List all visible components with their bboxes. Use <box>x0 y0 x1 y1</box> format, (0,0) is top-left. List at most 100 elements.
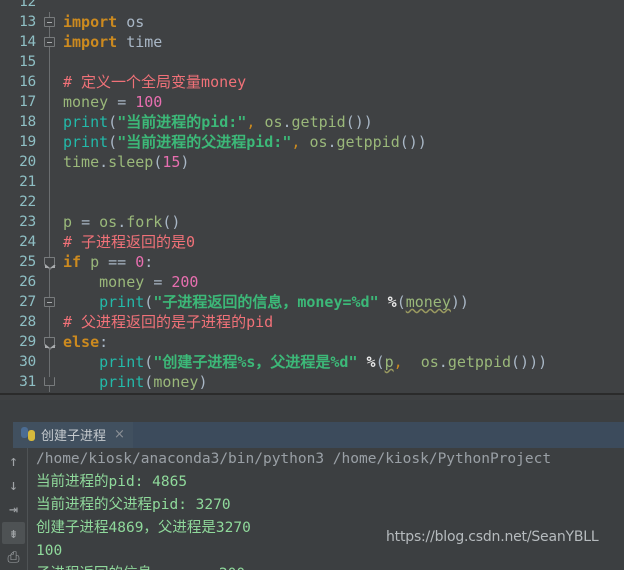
code-line-text: else: <box>61 332 624 352</box>
code-line[interactable]: 30 print("创建子进程%s，父进程是%d" %(p, os.getppi… <box>0 352 624 372</box>
fold-gutter[interactable] <box>39 292 61 312</box>
code-token: os <box>117 13 145 31</box>
code-token: % <box>387 293 397 311</box>
fold-gutter[interactable] <box>39 132 61 152</box>
code-line-text: # 子进程返回的是0 <box>61 232 624 252</box>
fold-gutter[interactable] <box>39 52 61 72</box>
code-token: p <box>63 213 82 231</box>
fold-gutter[interactable] <box>39 332 61 352</box>
fold-guide-line <box>49 312 50 332</box>
fold-gutter[interactable] <box>39 152 61 172</box>
fold-guide-line <box>49 52 50 72</box>
code-line[interactable]: 19 print("当前进程的父进程pid:", os.getppid()) <box>0 132 624 152</box>
console-output[interactable]: /home/kiosk/anaconda3/bin/python3 /home/… <box>27 448 624 570</box>
fold-guide-line <box>49 352 50 372</box>
code-line[interactable]: 21 <box>0 172 624 192</box>
code-line[interactable]: 23 p = os.fork() <box>0 212 624 232</box>
code-token: ())) <box>511 353 548 371</box>
fold-gutter[interactable] <box>39 312 61 332</box>
print-button[interactable]: ⎙ <box>2 546 25 568</box>
code-token: , <box>246 113 265 131</box>
code-token: ()) <box>399 133 427 151</box>
scroll-up-icon: ↑ <box>8 451 19 470</box>
code-token: ()) <box>345 113 373 131</box>
code-token: print <box>99 373 145 391</box>
code-token: . <box>282 113 292 131</box>
fold-gutter[interactable] <box>39 272 61 292</box>
code-token: os <box>99 213 118 231</box>
fold-toggle-icon[interactable] <box>44 297 55 307</box>
fold-gutter[interactable] <box>39 32 61 52</box>
scroll-up-button[interactable]: ↑ <box>2 450 25 472</box>
code-line[interactable]: 26 money = 200 <box>0 272 624 292</box>
soft-wrap-button[interactable]: ⇥ <box>2 498 25 520</box>
code-token: # 定义一个全局变量money <box>63 73 247 91</box>
fold-gutter[interactable] <box>39 0 61 12</box>
code-token: . <box>117 213 127 231</box>
fold-gutter[interactable] <box>39 172 61 192</box>
code-token: "子进程返回的信息，money=%d" <box>153 293 379 311</box>
code-line[interactable]: 17 money = 100 <box>0 92 624 112</box>
code-line-text: print("当前进程的父进程pid:", os.getppid()) <box>61 132 624 152</box>
fold-gutter[interactable] <box>39 372 61 392</box>
line-number: 20 <box>19 154 36 170</box>
code-line[interactable]: 27 print("子进程返回的信息，money=%d" %(money)) <box>0 292 624 312</box>
line-number: 12 <box>19 0 36 10</box>
fold-gutter[interactable] <box>39 232 61 252</box>
code-line[interactable]: 16 # 定义一个全局变量money <box>0 72 624 92</box>
code-token: : <box>99 333 109 351</box>
fold-gutter[interactable] <box>39 212 61 232</box>
code-line[interactable]: 13 import os <box>0 12 624 32</box>
scroll-to-end-button[interactable]: ⇟ <box>2 522 25 544</box>
code-line[interactable]: 12 <box>0 0 624 12</box>
code-token: p <box>384 353 394 371</box>
code-line[interactable]: 22 <box>0 192 624 212</box>
code-token: ( <box>396 293 406 311</box>
fold-gutter[interactable] <box>39 352 61 372</box>
fold-toggle-icon[interactable] <box>44 37 55 47</box>
fold-gutter[interactable] <box>39 72 61 92</box>
console-tab-active[interactable]: 创建子进程 × <box>13 422 133 448</box>
code-line[interactable]: 31 print(money) <box>0 372 624 392</box>
code-token: money <box>63 273 154 291</box>
fold-gutter[interactable] <box>39 12 61 32</box>
code-token: ( <box>144 353 154 371</box>
code-token: else <box>63 333 100 351</box>
code-line[interactable]: 24 # 子进程返回的是0 <box>0 232 624 252</box>
code-line-text: money = 200 <box>61 272 624 292</box>
close-icon[interactable]: × <box>114 427 125 442</box>
code-line[interactable]: 29 else: <box>0 332 624 352</box>
code-token: ( <box>144 373 154 391</box>
code-token: : <box>144 253 154 271</box>
code-line[interactable]: 25 if p == 0: <box>0 252 624 272</box>
scroll-down-button[interactable]: ↓ <box>2 474 25 496</box>
ide-window: 12 13 import os 14 import time 15 16 # 定义一个全局变量… <box>0 0 624 570</box>
code-token: # 父进程返回的是子进程的pid <box>63 313 274 331</box>
fold-gutter[interactable] <box>39 252 61 272</box>
fold-toggle-icon[interactable] <box>44 337 56 350</box>
watermark-text: https://blog.csdn.net/SeanYBLL <box>386 529 599 545</box>
fold-gutter[interactable] <box>39 92 61 112</box>
code-line[interactable]: 15 <box>0 52 624 72</box>
code-line-text: import time <box>61 32 624 52</box>
code-line[interactable]: 20 time.sleep(15) <box>0 152 624 172</box>
fold-toggle-icon[interactable] <box>44 377 55 386</box>
console-output-line: 子进程返回的信息，money=200 <box>36 563 624 570</box>
console-output-line: 当前进程的父进程pid: 3270 <box>36 497 231 513</box>
code-line[interactable]: 28 # 父进程返回的是子进程的pid <box>0 312 624 332</box>
fold-toggle-icon[interactable] <box>44 257 56 270</box>
code-token: = <box>81 213 100 231</box>
code-token: 15 <box>162 153 181 171</box>
code-token: . <box>99 153 109 171</box>
editor-scroll-area[interactable]: 12 13 import os 14 import time 15 16 # 定义一个全局变量… <box>0 0 624 392</box>
code-line[interactable]: 14 import time <box>0 32 624 52</box>
fold-gutter[interactable] <box>39 112 61 132</box>
code-editor[interactable]: 12 13 import os 14 import time 15 16 # 定义一个全局变量… <box>0 0 624 400</box>
code-line-text: print("当前进程的pid:", os.getpid()) <box>61 112 624 132</box>
code-line[interactable]: 18 print("当前进程的pid:", os.getpid()) <box>0 112 624 132</box>
fold-toggle-icon[interactable] <box>44 17 55 27</box>
code-line-text: # 定义一个全局变量money <box>61 72 624 92</box>
code-token: money <box>153 373 199 391</box>
fold-gutter[interactable] <box>39 192 61 212</box>
